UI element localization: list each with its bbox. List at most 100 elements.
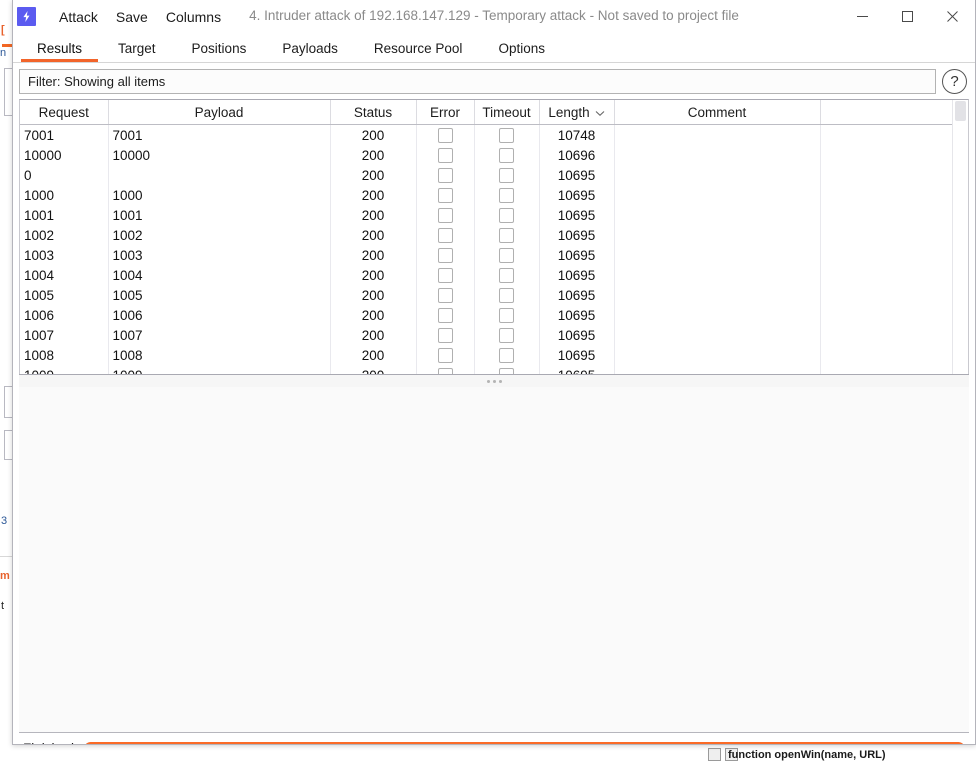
title-bar: Attack Save Columns 4. Intruder attack o… xyxy=(13,0,975,34)
column-header-error-label: Error xyxy=(430,105,460,120)
column-header-request[interactable]: Request xyxy=(20,100,108,125)
cell-timeout[interactable] xyxy=(474,325,539,345)
cell-timeout-checkbox[interactable] xyxy=(499,168,514,183)
table-row[interactable]: 1001100120010695 xyxy=(20,205,969,225)
tab-options[interactable]: Options xyxy=(480,34,563,62)
cell-timeout-checkbox[interactable] xyxy=(499,228,514,243)
tab-payloads[interactable]: Payloads xyxy=(264,34,356,62)
cell-timeout[interactable] xyxy=(474,305,539,325)
cell-error-checkbox[interactable] xyxy=(438,348,453,363)
table-row[interactable]: 1009100920010695 xyxy=(20,365,969,374)
cell-status: 200 xyxy=(330,245,416,265)
cell-timeout-checkbox[interactable] xyxy=(499,268,514,283)
cell-error-checkbox[interactable] xyxy=(438,368,453,374)
table-row[interactable]: 1005100520010695 xyxy=(20,285,969,305)
column-header-status[interactable]: Status xyxy=(330,100,416,125)
cell-error-checkbox[interactable] xyxy=(438,268,453,283)
cell-timeout[interactable] xyxy=(474,245,539,265)
question-mark-icon[interactable]: ? xyxy=(942,69,967,94)
column-header-error[interactable]: Error xyxy=(416,100,474,125)
cell-timeout-checkbox[interactable] xyxy=(499,328,514,343)
table-row[interactable]: 100001000020010696 xyxy=(20,145,969,165)
cell-timeout[interactable] xyxy=(474,365,539,374)
table-row[interactable]: 1003100320010695 xyxy=(20,245,969,265)
cell-status: 200 xyxy=(330,325,416,345)
cell-timeout-checkbox[interactable] xyxy=(499,188,514,203)
cell-timeout-checkbox[interactable] xyxy=(499,208,514,223)
filter-input[interactable]: Filter: Showing all items xyxy=(19,69,936,94)
cell-timeout-checkbox[interactable] xyxy=(499,248,514,263)
cell-error[interactable] xyxy=(416,185,474,205)
table-row[interactable]: 7001700120010748 xyxy=(20,125,969,146)
results-table-scrollbar-thumb[interactable] xyxy=(955,101,966,121)
table-row[interactable]: 1007100720010695 xyxy=(20,325,969,345)
cell-timeout[interactable] xyxy=(474,185,539,205)
cell-error[interactable] xyxy=(416,285,474,305)
results-table-scrollbar[interactable] xyxy=(952,100,968,374)
background-checkbox-1 xyxy=(708,748,721,761)
cell-timeout-checkbox[interactable] xyxy=(499,368,514,374)
cell-timeout[interactable] xyxy=(474,225,539,245)
cell-error[interactable] xyxy=(416,305,474,325)
table-row[interactable]: 1004100420010695 xyxy=(20,265,969,285)
cell-error-checkbox[interactable] xyxy=(438,288,453,303)
cell-error-checkbox[interactable] xyxy=(438,248,453,263)
menu-attack[interactable]: Attack xyxy=(50,5,107,29)
table-row[interactable]: 1008100820010695 xyxy=(20,345,969,365)
tab-results[interactable]: Results xyxy=(19,34,100,62)
cell-error[interactable] xyxy=(416,365,474,374)
cell-timeout-checkbox[interactable] xyxy=(499,348,514,363)
tab-payloads-label: Payloads xyxy=(282,41,338,56)
cell-error-checkbox[interactable] xyxy=(438,328,453,343)
cell-error-checkbox[interactable] xyxy=(438,208,453,223)
tab-positions[interactable]: Positions xyxy=(174,34,265,62)
tab-resource-pool[interactable]: Resource Pool xyxy=(356,34,481,62)
cell-timeout-checkbox[interactable] xyxy=(499,128,514,143)
table-row[interactable]: 1002100220010695 xyxy=(20,225,969,245)
cell-timeout[interactable] xyxy=(474,265,539,285)
column-header-length[interactable]: Length xyxy=(539,100,614,125)
cell-error-checkbox[interactable] xyxy=(438,168,453,183)
cell-error-checkbox[interactable] xyxy=(438,228,453,243)
cell-timeout[interactable] xyxy=(474,205,539,225)
cell-timeout[interactable] xyxy=(474,125,539,146)
cell-error[interactable] xyxy=(416,245,474,265)
cell-timeout[interactable] xyxy=(474,345,539,365)
cell-error[interactable] xyxy=(416,265,474,285)
cell-timeout-checkbox[interactable] xyxy=(499,308,514,323)
cell-error[interactable] xyxy=(416,165,474,185)
cell-error-checkbox[interactable] xyxy=(438,188,453,203)
tab-target[interactable]: Target xyxy=(100,34,174,62)
cell-payload: 10000 xyxy=(108,145,330,165)
cell-timeout[interactable] xyxy=(474,285,539,305)
cell-length: 10695 xyxy=(539,345,614,365)
cell-error[interactable] xyxy=(416,205,474,225)
minimize-icon[interactable] xyxy=(840,0,885,33)
cell-timeout-checkbox[interactable] xyxy=(499,288,514,303)
cell-error[interactable] xyxy=(416,345,474,365)
menu-columns[interactable]: Columns xyxy=(157,5,230,29)
cell-timeout-checkbox[interactable] xyxy=(499,148,514,163)
cell-timeout[interactable] xyxy=(474,165,539,185)
cell-error[interactable] xyxy=(416,125,474,146)
cell-error-checkbox[interactable] xyxy=(438,148,453,163)
close-icon[interactable] xyxy=(930,0,975,33)
cell-error-checkbox[interactable] xyxy=(438,128,453,143)
column-header-comment[interactable]: Comment xyxy=(614,100,820,125)
panel-splitter[interactable] xyxy=(19,374,969,387)
table-row[interactable]: 1006100620010695 xyxy=(20,305,969,325)
cell-error-checkbox[interactable] xyxy=(438,308,453,323)
cell-payload: 1007 xyxy=(108,325,330,345)
menu-save[interactable]: Save xyxy=(107,5,157,29)
cell-status: 200 xyxy=(330,365,416,374)
table-row[interactable]: 020010695 xyxy=(20,165,969,185)
cell-error[interactable] xyxy=(416,325,474,345)
table-row[interactable]: 1000100020010695 xyxy=(20,185,969,205)
column-header-comment-label: Comment xyxy=(688,105,747,120)
cell-error[interactable] xyxy=(416,145,474,165)
column-header-payload[interactable]: Payload xyxy=(108,100,330,125)
column-header-timeout[interactable]: Timeout xyxy=(474,100,539,125)
cell-error[interactable] xyxy=(416,225,474,245)
cell-timeout[interactable] xyxy=(474,145,539,165)
maximize-icon[interactable] xyxy=(885,0,930,33)
